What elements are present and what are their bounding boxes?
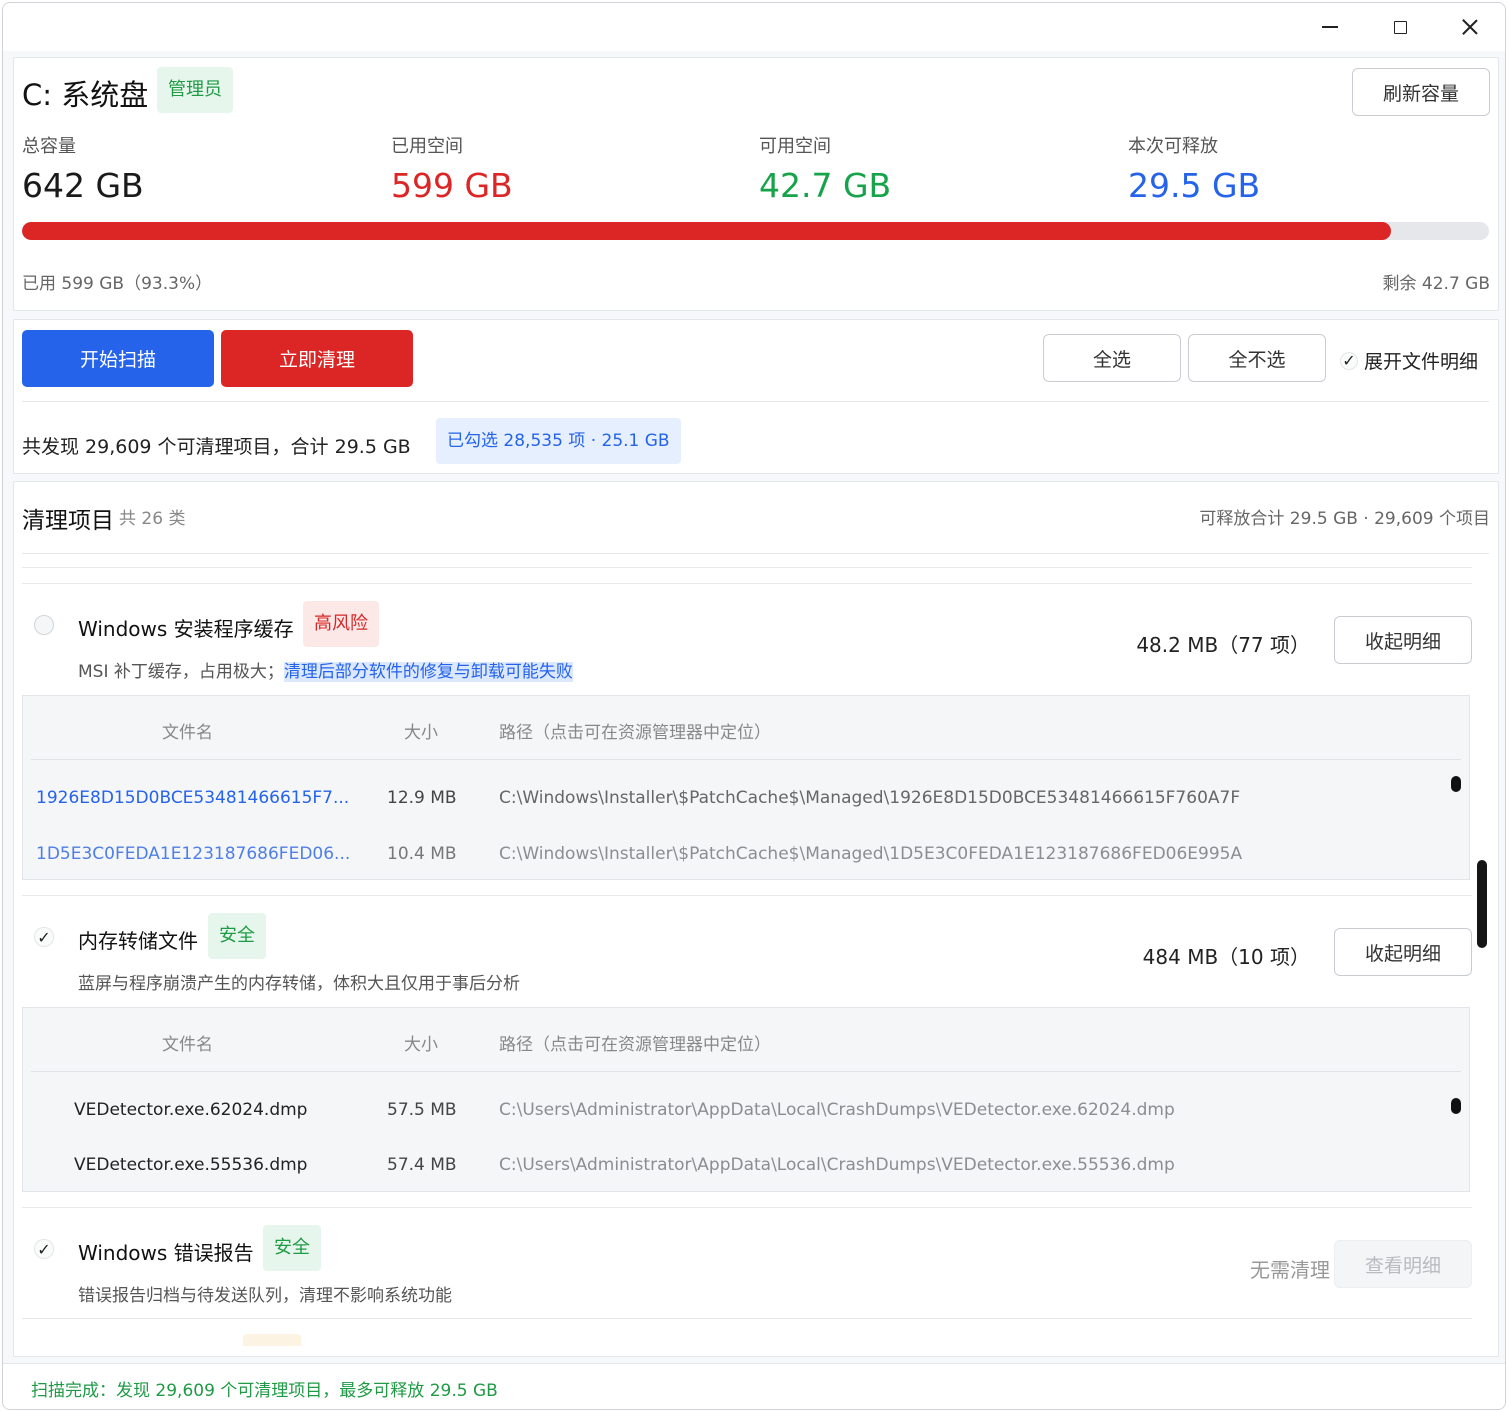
stat-used-value: 599 GB: [391, 166, 513, 205]
group-title: Windows 安装程序缓存: [78, 617, 294, 641]
file-size: 12.9 MB: [387, 788, 457, 808]
group-size: 48.2 MB（77 项）: [1136, 633, 1310, 657]
minimize-button[interactable]: [1310, 11, 1350, 43]
stat-releasable-label: 本次可释放: [1128, 136, 1218, 157]
stat-total-label: 总容量: [22, 136, 76, 157]
selected-badge: 已勾选 28,535 项 · 25.1 GB: [436, 418, 681, 464]
actions-card: 开始扫描 立即清理 全选 全不选 ✓ 展开文件明细 共发现 29,609 个可清…: [13, 319, 1499, 474]
stat-free-value: 42.7 GB: [759, 166, 892, 205]
select-none-button[interactable]: 全不选: [1188, 334, 1326, 382]
usage-progress-bar: [22, 222, 1489, 240]
col-path: 路径（点击可在资源管理器中定位）: [499, 1035, 771, 1055]
file-name-link[interactable]: 1D5E3C0FEDA1E123187686FED06...: [36, 844, 350, 864]
items-total: 可释放合计 29.5 GB · 29,609 个项目: [1199, 509, 1490, 529]
group-checkbox[interactable]: ✓: [34, 1239, 54, 1259]
file-detail-table: 文件名 大小 路径（点击可在资源管理器中定位） VEDetector.exe.6…: [22, 1007, 1470, 1192]
group-size: 484 MB（10 项）: [1142, 945, 1310, 969]
group-description: 错误报告归档与待发送队列，清理不影响系统功能: [78, 1286, 452, 1306]
status-bar: 扫描完成：发现 29,609 个可清理项目，最多可释放 29.5 GB: [3, 1363, 1505, 1409]
file-name-link[interactable]: 1926E8D15D0BCE53481466615F7...: [36, 788, 349, 808]
desc-plain: MSI 补丁缓存，占用极大；: [78, 662, 284, 682]
group-memory-dumps: ✓ 内存转储文件 安全 蓝屏与程序崩溃产生的内存转储，体积大且仅用于事后分析 4…: [22, 911, 1472, 1192]
file-name[interactable]: VEDetector.exe.55536.dmp: [74, 1155, 307, 1175]
table-header-divider: [31, 1071, 1461, 1072]
file-path[interactable]: C:\Users\Administrator\AppData\Local\Cra…: [499, 1155, 1175, 1175]
app-window: C: 系统盘 管理员 刷新容量 总容量 642 GB 已用空间 599 GB 可…: [2, 2, 1506, 1410]
col-filename: 文件名: [162, 723, 213, 743]
file-detail-table: 文件名 大小 路径（点击可在资源管理器中定位） 1926E8D15D0BCE53…: [22, 695, 1470, 880]
start-scan-button[interactable]: 开始扫描: [22, 330, 214, 387]
col-size: 大小: [404, 1035, 438, 1055]
row-scroll-indicator: [1451, 776, 1461, 792]
file-path[interactable]: C:\Windows\Installer\$PatchCache$\Manage…: [499, 788, 1240, 808]
file-path[interactable]: C:\Users\Administrator\AppData\Local\Cra…: [499, 1100, 1175, 1120]
risk-badge: 安全: [263, 1225, 321, 1271]
stat-total-value: 642 GB: [22, 166, 144, 205]
items-header-divider: [22, 553, 1489, 554]
group-title: 内存转储文件: [78, 929, 198, 953]
col-path: 路径（点击可在资源管理器中定位）: [499, 723, 771, 743]
maximize-button[interactable]: [1380, 11, 1420, 43]
remaining-summary: 剩余 42.7 GB: [1382, 274, 1491, 294]
no-cleanup-needed: 无需清理: [1250, 1258, 1330, 1282]
group-separator: [22, 1207, 1472, 1208]
next-group-badge-partial: [243, 1334, 301, 1346]
collapse-details-button[interactable]: 收起明细: [1334, 928, 1472, 976]
file-size: 57.5 MB: [387, 1100, 457, 1120]
admin-badge: 管理员: [157, 67, 233, 113]
drive-title: C: 系统盘: [22, 78, 149, 112]
close-icon: [1461, 18, 1479, 36]
view-details-button[interactable]: 查看明细: [1334, 1240, 1472, 1288]
file-size: 10.4 MB: [387, 844, 457, 864]
checkmark-icon: ✓: [37, 927, 51, 947]
items-list-top: [22, 567, 1472, 568]
items-title: 清理项目: [22, 508, 114, 534]
items-card: 清理项目 共 26 类 可释放合计 29.5 GB · 29,609 个项目 W…: [13, 481, 1499, 1357]
group-title: Windows 错误报告: [78, 1241, 254, 1265]
expand-details-label: 展开文件明细: [1364, 351, 1479, 373]
status-text: 扫描完成：发现 29,609 个可清理项目，最多可释放 29.5 GB: [31, 1381, 498, 1401]
col-filename: 文件名: [162, 1035, 213, 1055]
file-name[interactable]: VEDetector.exe.62024.dmp: [74, 1100, 307, 1120]
risk-badge: 高风险: [303, 601, 379, 647]
clean-now-button[interactable]: 立即清理: [221, 330, 413, 387]
desc-warning: 清理后部分软件的修复与卸载可能失败: [283, 662, 573, 682]
close-button[interactable]: [1450, 11, 1490, 43]
risk-badge: 安全: [208, 913, 266, 959]
title-bar: [3, 3, 1505, 51]
minimize-icon: [1322, 26, 1338, 28]
scan-summary: 共发现 29,609 个可清理项目，合计 29.5 GB: [22, 436, 411, 458]
file-path[interactable]: C:\Windows\Installer\$PatchCache$\Manage…: [499, 844, 1242, 864]
usage-progress-fill: [22, 222, 1391, 240]
expand-details-checkbox[interactable]: ✓: [1340, 351, 1358, 370]
checkmark-icon: ✓: [37, 1239, 51, 1259]
used-summary: 已用 599 GB（93.3%）: [22, 274, 213, 294]
collapse-details-button[interactable]: 收起明细: [1334, 616, 1472, 664]
scrollbar-thumb[interactable]: [1477, 860, 1487, 948]
file-size: 57.4 MB: [387, 1155, 457, 1175]
maximize-icon: [1393, 20, 1407, 34]
group-separator: [22, 583, 1472, 584]
row-scroll-indicator: [1451, 1098, 1461, 1114]
actions-divider: [22, 401, 1489, 402]
drive-card: C: 系统盘 管理员 刷新容量 总容量 642 GB 已用空间 599 GB 可…: [13, 57, 1499, 311]
group-description: MSI 补丁缓存，占用极大；清理后部分软件的修复与卸载可能失败: [78, 657, 573, 682]
group-error-reports: ✓ Windows 错误报告 安全 错误报告归档与待发送队列，清理不影响系统功能…: [22, 1223, 1472, 1323]
refresh-capacity-button[interactable]: 刷新容量: [1352, 68, 1490, 116]
expand-details-toggle[interactable]: ✓ 展开文件明细: [1340, 347, 1478, 374]
group-separator: [22, 1318, 1472, 1319]
group-checkbox[interactable]: ✓: [34, 927, 54, 947]
group-description: 蓝屏与程序崩溃产生的内存转储，体积大且仅用于事后分析: [78, 974, 520, 994]
stat-used-label: 已用空间: [391, 136, 463, 157]
items-count: 共 26 类: [119, 509, 186, 529]
col-size: 大小: [404, 723, 438, 743]
group-installer-cache: Windows 安装程序缓存 高风险 MSI 补丁缓存，占用极大；清理后部分软件…: [22, 599, 1472, 880]
table-header-divider: [31, 759, 1461, 760]
select-all-button[interactable]: 全选: [1043, 334, 1181, 382]
stat-releasable-value: 29.5 GB: [1128, 166, 1261, 205]
stat-free-label: 可用空间: [759, 136, 831, 157]
group-checkbox[interactable]: [34, 615, 54, 635]
checkmark-icon: ✓: [1342, 351, 1356, 370]
group-separator: [22, 895, 1472, 896]
